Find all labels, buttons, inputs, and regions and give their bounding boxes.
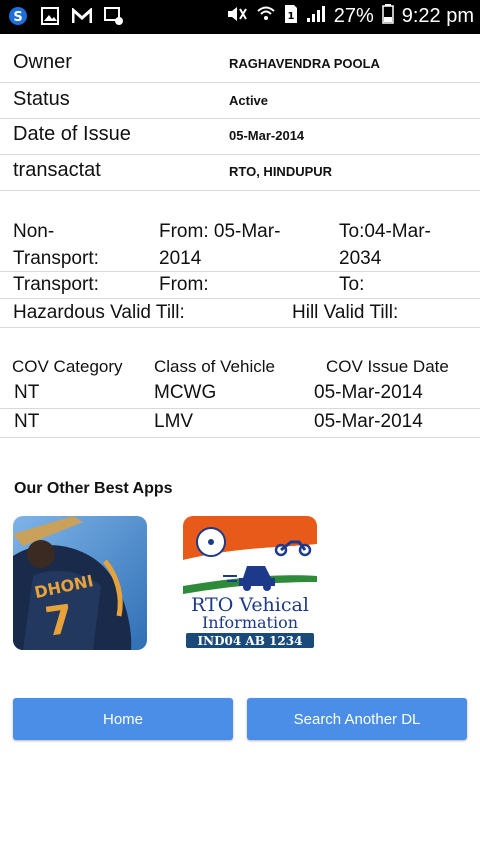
wifi-icon <box>256 5 276 28</box>
dhoni-app-icon[interactable]: DHONI 7 <box>13 516 147 650</box>
validity-row-transport: Transport: From: To: <box>0 271 480 299</box>
detail-value: RAGHAVENDRA POOLA <box>229 56 380 71</box>
detail-value: Active <box>229 93 269 108</box>
s-app-icon: S <box>8 6 28 26</box>
rto-number-plate: IND04 AB 1234 <box>198 634 303 648</box>
detail-value: RTO, HINDUPUR <box>229 164 333 179</box>
status-bar: S 1 27% 9:22 pm <box>0 0 480 34</box>
gmail-icon <box>72 6 92 26</box>
detail-label: Date of Issue <box>13 123 131 145</box>
detail-value: 05-Mar-2014 <box>229 128 305 143</box>
rto-vehicle-info-app-icon[interactable]: RTO Vehical Information IND04 AB 1234 <box>183 516 317 650</box>
detail-label: Owner <box>13 51 72 73</box>
detail-row-owner: Owner RAGHAVENDRA POOLA <box>0 43 480 83</box>
mute-icon <box>226 5 248 28</box>
validity-row-hazardous-hill: Hazardous Valid Till: Hill Valid Till: <box>0 298 480 328</box>
hazardous-valid-till: Hazardous Valid Till: <box>13 302 185 323</box>
other-apps-title: Our Other Best Apps <box>14 480 173 497</box>
cov-header-issue-date: COV Issue Date <box>326 357 449 376</box>
sim-icon: 1 <box>284 4 298 29</box>
cov-issue-date: 05-Mar-2014 <box>314 411 423 432</box>
svg-text:1: 1 <box>287 11 294 22</box>
gallery-icon <box>40 6 60 26</box>
transport-label: Transport: <box>13 274 99 295</box>
cov-issue-date: 05-Mar-2014 <box>314 382 423 403</box>
non-transport-label: Non- Transport: <box>13 221 99 269</box>
validity-row-non-transport: Non- Transport: From: 05-Mar- 2014 To:04… <box>0 216 480 272</box>
detail-row-transactat: transactat RTO, HINDUPUR <box>0 154 480 191</box>
search-another-dl-button[interactable]: Search Another DL <box>247 698 467 740</box>
hill-valid-till: Hill Valid Till: <box>292 302 399 323</box>
transport-from: From: <box>159 274 209 295</box>
battery-percent: 27% <box>333 5 374 27</box>
cov-category: NT <box>14 411 40 432</box>
cov-header-category: COV Category <box>12 357 123 376</box>
cov-header-class: Class of Vehicle <box>154 357 275 376</box>
clock: 9:22 pm <box>401 5 474 27</box>
battery-icon <box>381 4 394 29</box>
wifi-settings-icon <box>104 6 124 26</box>
cov-class: MCWG <box>154 382 217 403</box>
detail-row-status: Status Active <box>0 82 480 119</box>
cov-class: LMV <box>154 411 194 432</box>
svg-text:S: S <box>13 10 22 25</box>
home-button[interactable]: Home <box>13 698 233 740</box>
table-row: NT LMV 05-Mar-2014 <box>0 408 480 438</box>
non-transport-from: From: 05-Mar- 2014 <box>159 221 281 269</box>
transport-to: To: <box>339 274 365 295</box>
table-row: NT MCWG 05-Mar-2014 <box>0 379 480 409</box>
rto-title-line2: Information <box>202 613 298 632</box>
non-transport-to: To:04-Mar- 2034 <box>339 221 431 269</box>
detail-label: transactat <box>13 159 101 181</box>
signal-icon <box>306 5 326 28</box>
cov-category: NT <box>14 382 40 403</box>
detail-row-date-of-issue: Date of Issue 05-Mar-2014 <box>0 118 480 155</box>
cov-header-row: COV Category Class of Vehicle COV Issue … <box>0 352 480 379</box>
detail-label: Status <box>13 88 70 110</box>
